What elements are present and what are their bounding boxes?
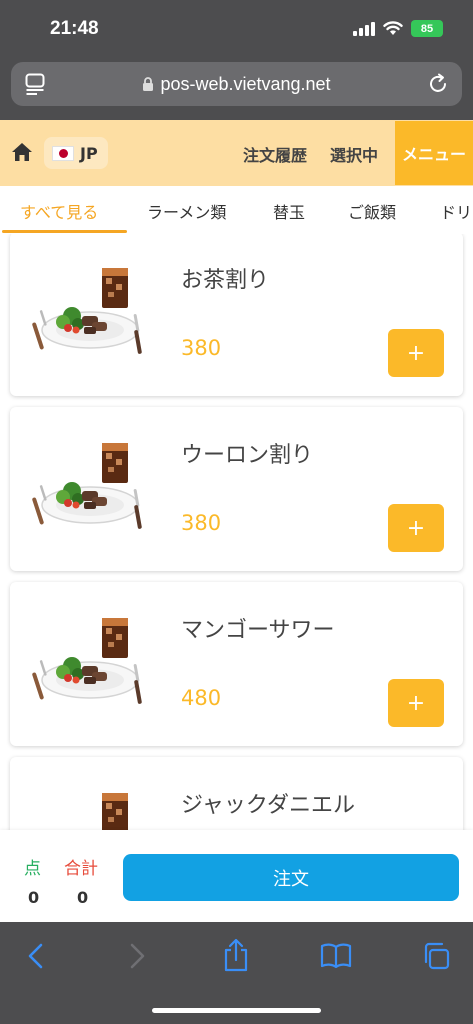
add-to-order-button[interactable]: + (388, 679, 444, 727)
product-price: 480 (181, 686, 222, 710)
active-tab-indicator (2, 230, 127, 233)
reload-icon[interactable] (426, 72, 450, 96)
language-label: JP (80, 143, 98, 163)
category-tab-ramen[interactable]: ラーメン類 (147, 199, 226, 223)
total-value: 0 (77, 888, 89, 907)
product-image (32, 442, 143, 530)
product-card[interactable]: お茶割り 380 + (10, 234, 463, 396)
product-price: 380 (181, 336, 222, 360)
plus-icon: + (406, 340, 426, 366)
address-bar[interactable]: pos-web.vietvang.net (11, 62, 462, 106)
product-name: マンゴーサワー (181, 618, 335, 643)
item-count-value: 0 (28, 888, 40, 907)
app-header: JP 注文履歴 選択中 メニュー (0, 120, 473, 186)
product-name: ウーロン割り (181, 443, 314, 468)
tabs-icon[interactable] (422, 942, 450, 970)
forward-icon[interactable] (127, 942, 147, 970)
battery-indicator: 85 (411, 20, 443, 37)
url-display[interactable]: pos-web.vietvang.net (11, 62, 462, 106)
category-tab-rice[interactable]: ご飯類 (348, 199, 396, 223)
order-history-link[interactable]: 注文履歴 (243, 142, 307, 166)
product-card[interactable]: ウーロン割り 380 + (10, 407, 463, 571)
category-tabs: すべて見る ラーメン類 替玉 ご飯類 ドリ (0, 186, 473, 234)
product-price: 380 (181, 511, 222, 535)
back-icon[interactable] (26, 942, 46, 970)
product-card[interactable]: マンゴーサワー 480 + (10, 582, 463, 746)
browser-top-bar: 21:48 85 pos-web.vietvang.net (0, 0, 473, 120)
category-tab-kaedama[interactable]: 替玉 (273, 199, 305, 223)
japan-flag-icon (52, 145, 74, 161)
product-image (32, 792, 143, 830)
product-card[interactable]: ジャックダニエル + (10, 757, 463, 830)
category-tab-all[interactable]: すべて見る (20, 199, 98, 223)
order-summary-bar: 点 合計 0 0 注文 (0, 830, 473, 922)
product-name: お茶割り (181, 268, 270, 293)
place-order-button[interactable]: 注文 (123, 854, 459, 901)
url-text: pos-web.vietvang.net (160, 73, 331, 94)
product-name: ジャックダニエル (181, 793, 356, 818)
product-image (32, 617, 143, 705)
selected-items-link[interactable]: 選択中 (330, 142, 378, 166)
add-to-order-button[interactable]: + (388, 329, 444, 377)
wifi-icon (383, 21, 403, 35)
add-to-order-button[interactable]: + (388, 504, 444, 552)
plus-icon: + (406, 690, 426, 716)
product-list[interactable]: お茶割り 380 + ウーロン割り 380 + マンゴーサワー 480 + ジャ… (0, 234, 473, 830)
plus-icon: + (406, 515, 426, 541)
share-icon[interactable] (223, 938, 249, 972)
signal-icon (353, 21, 375, 36)
item-count-label: 点 (24, 859, 41, 879)
status-icons: 85 (353, 20, 443, 37)
home-icon[interactable] (11, 142, 33, 162)
category-tab-drinks[interactable]: ドリ (440, 199, 472, 223)
product-image (32, 267, 143, 355)
total-label: 合計 (64, 859, 98, 879)
lock-icon (143, 76, 154, 91)
menu-tab[interactable]: メニュー (395, 121, 473, 185)
book-icon[interactable] (320, 942, 352, 970)
status-time: 21:48 (50, 18, 99, 39)
home-indicator (152, 1008, 321, 1013)
language-selector[interactable]: JP (44, 137, 108, 169)
